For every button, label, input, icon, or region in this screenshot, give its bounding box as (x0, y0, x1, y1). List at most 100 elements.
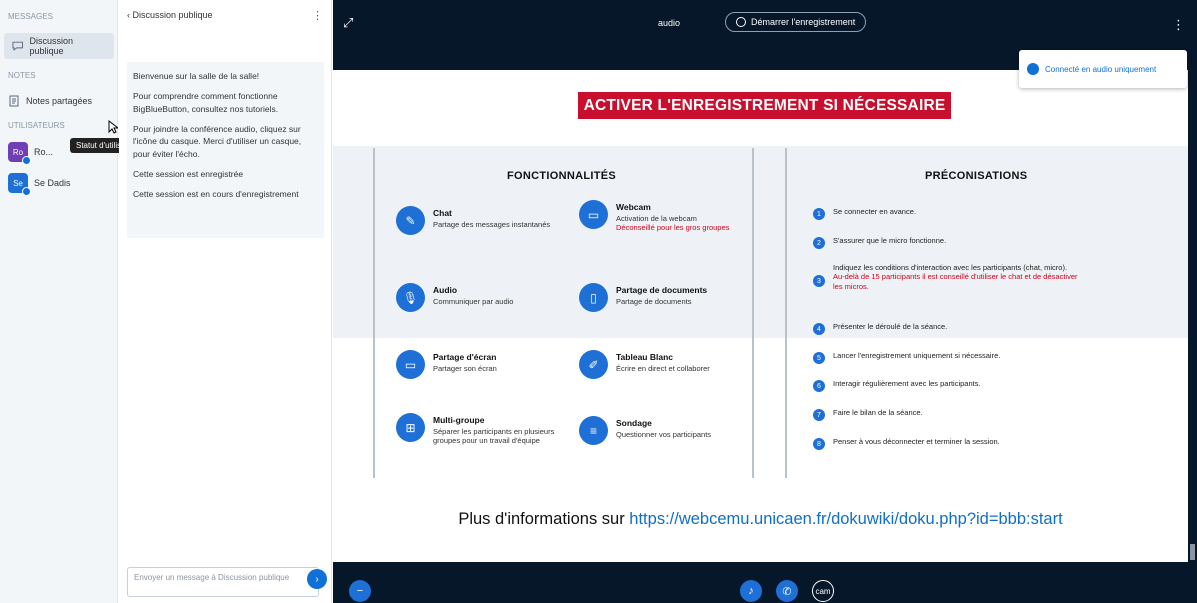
whiteboard-icon: ✐ (579, 350, 608, 379)
info-line: Plus d'informations sur https://webcemu.… (333, 510, 1188, 529)
recommendation-text: Présenter le déroulé de la séance. (833, 322, 948, 331)
send-button[interactable]: › (307, 569, 327, 589)
presentation-stage: ⤢ audio Démarrer l'enregistrement ⋮ ACTI… (333, 0, 1197, 603)
recommendation-text: S'assurer que le micro fonctionne. (833, 236, 947, 245)
feature-title: Chat (433, 208, 452, 218)
chat-message: Bienvenue sur la salle de la salle! (133, 71, 260, 81)
notes-heading: NOTES (8, 71, 36, 80)
chat-icon: ✎ (396, 206, 425, 235)
user-item[interactable]: Ro Ro... (0, 142, 61, 165)
chat-panel: ‹ Discussion publique ⋮ Bienvenue sur la… (119, 0, 332, 603)
phone-icon (1027, 63, 1039, 75)
send-icon: › (315, 573, 319, 585)
mute-button[interactable]: ♪ (740, 580, 762, 602)
feature-desc: Séparer les participants en plusieurs gr… (433, 427, 555, 446)
user-item[interactable]: Se Se Dadis (0, 173, 79, 196)
recommendation-item: 5 Lancer l'enregistrement uniquement si … (813, 351, 1078, 364)
recommendation-text: Lancer l'enregistrement uniquement si né… (833, 351, 1001, 360)
avatar-initials: Ro (12, 147, 24, 157)
feature-title: Partage d'écran (433, 352, 497, 362)
chat-input-placeholder: Envoyer un message à Discussion publique (134, 573, 290, 582)
avatar-initials: Se (13, 178, 23, 188)
users-icon[interactable]: ⤢ (343, 15, 353, 31)
slide-scrollbar[interactable] (1190, 544, 1195, 560)
info-prefix: Plus d'informations sur (458, 510, 630, 528)
recommendation-text: Penser à vous déconnecter et terminer la… (833, 437, 1000, 446)
recommendation-item: 7 Faire le bilan de la séance. (813, 408, 1078, 421)
divider (752, 148, 754, 478)
user-name: Se Dadis (34, 178, 71, 188)
feature-breakout: ⊞ Multi-groupe Séparer les participants … (396, 413, 561, 446)
feature-desc: Questionner vos participants (616, 430, 712, 439)
recommendation-number: 3 (813, 275, 825, 287)
recommendation-text: Interagir régulièrement avec les partici… (833, 379, 981, 388)
recommendation-number: 4 (813, 323, 825, 335)
breakout-icon: ⊞ (396, 413, 425, 442)
feature-title: Sondage (616, 418, 652, 428)
webcam-icon: cam (815, 586, 831, 596)
poll-icon: ≡ (579, 416, 608, 445)
recommendations-title: PRÉCONISATIONS (925, 170, 1028, 182)
recommendation-item: 3 Indiquez les conditions d'interaction … (813, 263, 1078, 291)
shared-notes-label: Notes partagées (26, 96, 93, 106)
public-chat-label: Discussion publique (29, 36, 73, 56)
bbb-app: MESSAGES Discussion publique NOTES Notes… (0, 0, 1197, 603)
chat-back-button[interactable]: ‹ Discussion publique (127, 10, 213, 20)
public-chat-item[interactable]: Discussion publique (4, 33, 114, 59)
chat-message: Cette session est en cours d'enregistrem… (133, 189, 299, 200)
audio-status-icon (22, 187, 31, 196)
recommendation-item: 1 Se connecter en avance. (813, 207, 1078, 220)
user-name: Ro... (34, 147, 54, 157)
audio-button[interactable]: ✆ (776, 580, 798, 602)
recommendation-item: 2 S'assurer que le micro fonctionne. (813, 236, 1078, 249)
recommendation-item: 6 Interagir régulièrement avec les parti… (813, 379, 1078, 392)
recommendation-number: 5 (813, 352, 825, 364)
chat-message-input[interactable]: Envoyer un message à Discussion publique (127, 567, 319, 597)
actions-button[interactable]: − (349, 580, 371, 602)
recommendation-text: Se connecter en avance. (833, 207, 916, 216)
avatar: Ro (8, 142, 31, 165)
feature-title: Webcam (616, 202, 651, 212)
feature-title: Audio (433, 285, 458, 295)
connection-notification[interactable]: Connecté en audio uniquement (1019, 50, 1187, 88)
feature-desc: Écrire en direct et collaborer (616, 364, 710, 373)
recording-label: Démarrer l'enregistrement (751, 17, 856, 27)
more-vertical-icon[interactable]: ⋮ (312, 9, 323, 22)
feature-webcam: ▭ Webcam Activation de la webcam Déconse… (579, 200, 744, 233)
presentation-slide: ACTIVER L'ENREGISTREMENT SI NÉCESSAIRE F… (333, 70, 1188, 562)
cursor-icon (108, 120, 118, 134)
recommendation-warning: Au-delà de 15 participants il est consei… (833, 272, 1078, 291)
recommendation-number: 7 (813, 409, 825, 421)
record-icon (736, 17, 746, 27)
users-heading: UTILISATEURS (8, 121, 65, 130)
recommendation-item: 8 Penser à vous déconnecter et terminer … (813, 437, 1078, 450)
recommendation-number: 1 (813, 208, 825, 220)
feature-screen-share: ▭ Partage d'écran Partager son écran (396, 350, 561, 379)
chat-icon (12, 41, 23, 51)
microphone-icon: 🎙 (396, 283, 425, 312)
document-icon: ▯ (579, 283, 608, 312)
divider (373, 148, 375, 478)
avatar: Se (8, 173, 31, 196)
info-link[interactable]: https://webcemu.unicaen.fr/dokuwiki/doku… (629, 510, 1062, 528)
more-vertical-icon[interactable]: ⋮ (1172, 17, 1185, 33)
chat-message-list: Bienvenue sur la salle de la salle! Pour… (127, 62, 324, 238)
recording-button[interactable]: Démarrer l'enregistrement (725, 12, 867, 32)
chat-header: ‹ Discussion publique ⋮ (119, 0, 331, 30)
feature-documents: ▯ Partage de documents Partage de docume… (579, 283, 744, 312)
meeting-title: audio (658, 18, 681, 28)
webcam-button[interactable]: cam (812, 580, 834, 602)
shared-notes-item[interactable]: Notes partagées (0, 93, 100, 109)
features-title: FONCTIONNALITÉS (507, 170, 616, 182)
feature-title: Tableau Blanc (616, 352, 673, 362)
user-list-panel: MESSAGES Discussion publique NOTES Notes… (0, 0, 118, 603)
connection-label: Connecté en audio uniquement (1045, 64, 1157, 74)
feature-whiteboard: ✐ Tableau Blanc Écrire en direct et coll… (579, 350, 744, 379)
recommendation-item: 4 Présenter le déroulé de la séance. (813, 322, 1078, 335)
messages-heading: MESSAGES (8, 12, 53, 21)
feature-title: Partage de documents (616, 285, 708, 295)
feature-desc: Activation de la webcam (616, 214, 697, 223)
feature-poll: ≡ Sondage Questionner vos participants (579, 416, 744, 445)
notes-icon (9, 95, 19, 107)
recommendation-text: Faire le bilan de la séance. (833, 408, 923, 417)
